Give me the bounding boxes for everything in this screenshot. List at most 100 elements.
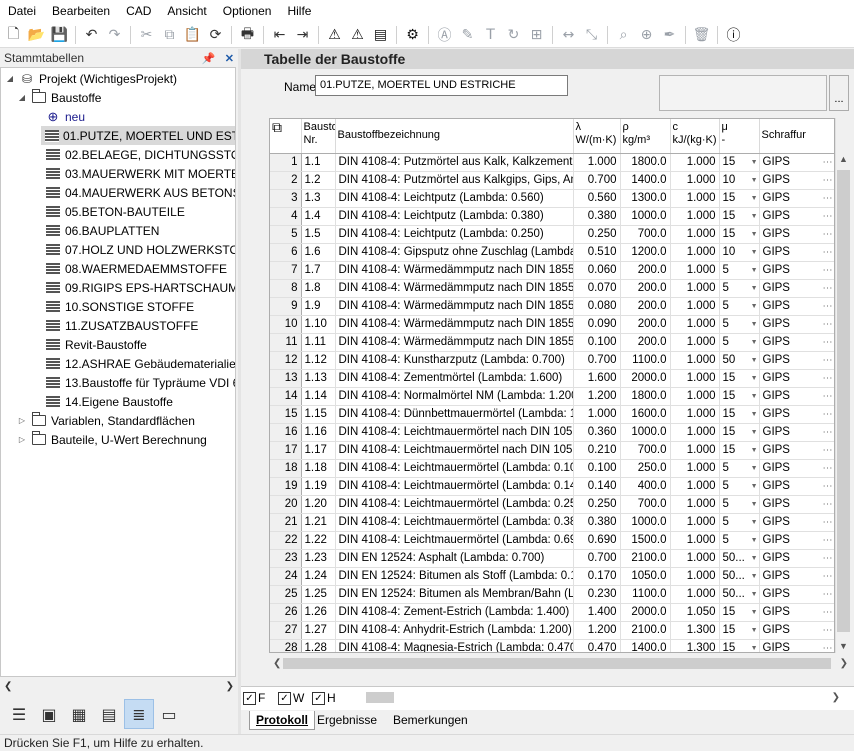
mu-cell[interactable]: ▼ 15 [719, 621, 760, 640]
tree-icon[interactable]: ⊞ [525, 24, 548, 46]
panel-splitter[interactable] [238, 49, 241, 736]
hatch-cell[interactable]: ⋯ GIPS [759, 603, 834, 622]
table-row[interactable]: 11 1.11 DIN 4108-4: Wärmedämmputz nach DIN… [270, 333, 834, 352]
dropdown-arrow-icon[interactable]: ▼ [751, 640, 758, 653]
checkbox[interactable]: ✓ [243, 691, 256, 705]
row-number[interactable]: 18 [270, 459, 302, 478]
dropdown-arrow-icon[interactable]: ▼ [751, 604, 758, 621]
heat-capacity-cell[interactable]: 1.000 [670, 297, 720, 316]
baustoff-nr-cell[interactable]: 1.12 [301, 351, 336, 370]
checkbox[interactable]: ✓ [278, 691, 291, 705]
heat-capacity-cell[interactable]: 1.000 [670, 567, 720, 586]
baustoff-name-cell[interactable]: DIN EN 12524: Bitumen als Membran/Bahn (… [335, 585, 574, 604]
row-number[interactable]: 14 [270, 387, 302, 406]
baustoff-nr-cell[interactable]: 1.26 [301, 603, 336, 622]
table-form-icon[interactable]: ▦ [64, 699, 94, 729]
table-row[interactable]: 18 1.18 DIN 4108-4: Leichtmauermörtel (Lam… [270, 459, 834, 478]
density-cell[interactable]: 1400.0 [620, 639, 671, 652]
baustoff-nr-cell[interactable]: 1.1 [301, 153, 336, 172]
column-header[interactable]: λ W/(m·K) [573, 119, 621, 154]
lambda-cell[interactable]: 0.140 [573, 477, 621, 496]
row-number[interactable]: 6 [270, 243, 302, 262]
dropdown-arrow-icon[interactable]: ▼ [751, 190, 758, 207]
lambda-cell[interactable]: 0.700 [573, 549, 621, 568]
tree-item-1[interactable]: ◢ Baustoffe [17, 88, 101, 107]
baustoff-nr-cell[interactable]: 1.10 [301, 315, 336, 334]
filter-checkbox-h[interactable]: ✓ H [312, 691, 336, 705]
baustoff-name-cell[interactable]: DIN 4108-4: Leichtmauermörtel (Lambda: 0… [335, 531, 574, 550]
drawing-icon[interactable]: ▣ [34, 699, 64, 729]
hatch-cell[interactable]: ⋯ GIPS [759, 153, 834, 172]
lambda-cell[interactable]: 1.000 [573, 153, 621, 172]
density-cell[interactable]: 200.0 [620, 297, 671, 316]
ellipsis-icon[interactable]: ⋯ [823, 406, 833, 423]
copy-icon[interactable]: ⧉ [158, 24, 181, 46]
row-number[interactable]: 19 [270, 477, 302, 496]
lambda-cell[interactable]: 0.090 [573, 315, 621, 334]
dropdown-arrow-icon[interactable]: ▼ [751, 298, 758, 315]
heat-capacity-cell[interactable]: 1.000 [670, 333, 720, 352]
pin-icon[interactable]: 📌 [202, 53, 216, 65]
baustoff-name-cell[interactable]: DIN 4108-4: Leichtmauermörtel (Lambda: 0… [335, 477, 574, 496]
expand-toggle-icon[interactable]: ▷ [17, 435, 27, 444]
baustoff-nr-cell[interactable]: 1.14 [301, 387, 336, 406]
heat-capacity-cell[interactable]: 1.300 [670, 639, 720, 652]
dropdown-arrow-icon[interactable]: ▼ [751, 586, 758, 603]
baustoff-name-cell[interactable]: DIN EN 12524: Bitumen als Stoff (Lambda:… [335, 567, 574, 586]
table-row[interactable]: 16 1.16 DIN 4108-4: Leichtmauermörtel nach… [270, 423, 834, 442]
heat-capacity-cell[interactable]: 1.000 [670, 585, 720, 604]
mu-cell[interactable]: ▼ 50... [719, 549, 760, 568]
row-number[interactable]: 28 [270, 639, 302, 652]
close-icon[interactable]: ✕ [225, 53, 234, 65]
row-number[interactable]: 16 [270, 423, 302, 442]
table-row[interactable]: 12 1.12 DIN 4108-4: Kunstharzputz (Lambda:… [270, 351, 834, 370]
column-header[interactable]: ⧉ [270, 119, 302, 154]
export-icon[interactable]: ⇥ [291, 24, 314, 46]
density-cell[interactable]: 1400.0 [620, 171, 671, 190]
baustoff-name-cell[interactable]: DIN 4108-4: Leichtmauermörtel nach DIN 1… [335, 423, 574, 442]
row-number[interactable]: 15 [270, 405, 302, 424]
heat-capacity-cell[interactable]: 1.000 [670, 531, 720, 550]
column-header[interactable]: ρ kg/m³ [620, 119, 671, 154]
baustoff-nr-cell[interactable]: 1.20 [301, 495, 336, 514]
tree-item-19[interactable]: ▷ Bauteile, U-Wert Berechnung [17, 430, 207, 449]
baustoff-name-cell[interactable]: DIN 4108-4: Putzmörtel aus Kalkgips, Gip… [335, 171, 574, 190]
table-row[interactable]: 13 1.13 DIN 4108-4: Zementmörtel (Lambda: … [270, 369, 834, 388]
mu-cell[interactable]: ▼ 15 [719, 603, 760, 622]
dropdown-arrow-icon[interactable]: ▼ [751, 262, 758, 279]
table-row[interactable]: 9 1.9 DIN 4108-4: Wärmedämmputz nach DIN 1… [270, 297, 834, 316]
lambda-cell[interactable]: 0.230 [573, 585, 621, 604]
mu-cell[interactable]: ▼ 5 [719, 477, 760, 496]
heat-capacity-cell[interactable]: 1.000 [670, 153, 720, 172]
mu-cell[interactable]: ▼ 5 [719, 333, 760, 352]
zoom-in-icon[interactable]: ⊕ [635, 24, 658, 46]
density-cell[interactable]: 250.0 [620, 459, 671, 478]
new-icon[interactable]: 🗋 [2, 24, 25, 46]
heat-capacity-cell[interactable]: 1.050 [670, 603, 720, 622]
table-row[interactable]: 24 1.24 DIN EN 12524: Bitumen als Stoff (L… [270, 567, 834, 586]
table-row[interactable]: 7 1.7 DIN 4108-4: Wärmedämmputz nach DIN 1… [270, 261, 834, 280]
hatch-cell[interactable]: ⋯ GIPS [759, 459, 834, 478]
lambda-cell[interactable]: 1.600 [573, 369, 621, 388]
mu-cell[interactable]: ▼ 10 [719, 243, 760, 262]
baustoff-name-cell[interactable]: DIN 4108-4: Magnesia-Estrich (Lambda: 0.… [335, 639, 574, 652]
tree-item-5[interactable]: 03.MAUERWERK MIT MOERTELFUGEN [45, 164, 235, 183]
checkbox[interactable]: ✓ [312, 691, 325, 705]
lambda-cell[interactable]: 1.200 [573, 387, 621, 406]
ellipsis-icon[interactable]: ⋯ [823, 208, 833, 225]
hatch-cell[interactable]: ⋯ GIPS [759, 243, 834, 262]
density-cell[interactable]: 200.0 [620, 333, 671, 352]
baustoff-nr-cell[interactable]: 1.13 [301, 369, 336, 388]
filter-checkbox-w[interactable]: ✓ W [278, 691, 304, 705]
layers-icon[interactable]: ≣ [124, 699, 154, 729]
scroll-left-icon[interactable]: ❮ [4, 681, 12, 692]
lambda-cell[interactable]: 0.210 [573, 441, 621, 460]
tree-item-4[interactable]: 02.BELAEGE, DICHTUNGSSTOFFE UND [45, 145, 235, 164]
mu-cell[interactable]: ▼ 5 [719, 279, 760, 298]
row-number[interactable]: 22 [270, 531, 302, 550]
row-number[interactable]: 3 [270, 189, 302, 208]
hatch-cell[interactable]: ⋯ GIPS [759, 477, 834, 496]
density-cell[interactable]: 1000.0 [620, 513, 671, 532]
dropdown-arrow-icon[interactable]: ▼ [751, 532, 758, 549]
hatch-cell[interactable]: ⋯ GIPS [759, 387, 834, 406]
